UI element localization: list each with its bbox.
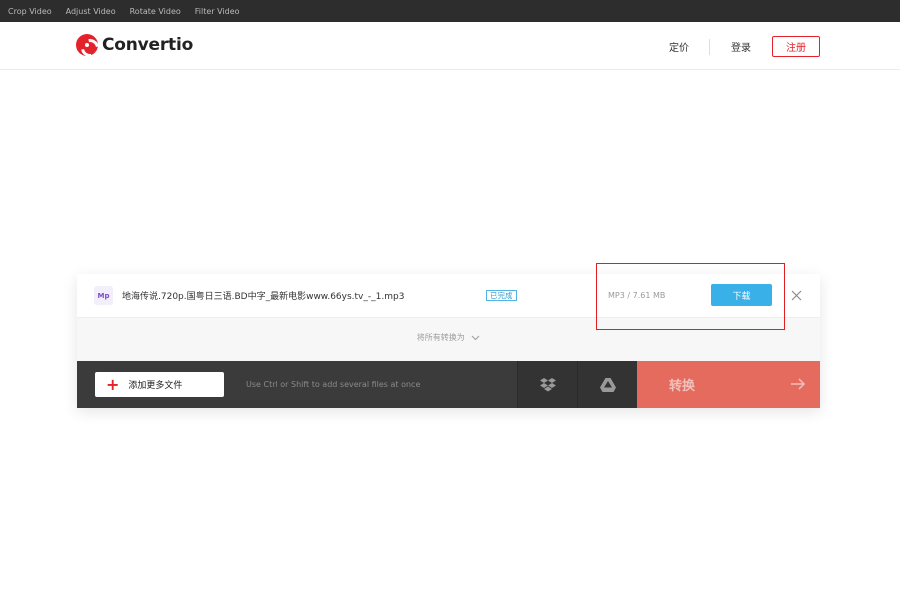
- convertio-logo-icon: [76, 34, 98, 56]
- logo-text: Convertio: [102, 35, 194, 55]
- nav-divider: [709, 38, 710, 55]
- dropbox-icon: [539, 378, 556, 392]
- highlight-box: [596, 263, 785, 330]
- site-header: Convertio 定价 登录 注册: [0, 22, 900, 70]
- add-files-label: 添加更多文件: [128, 381, 183, 391]
- rotate-video-link[interactable]: Rotate Video: [130, 7, 181, 16]
- dropbox-button[interactable]: [517, 361, 577, 408]
- file-type-badge: Mp: [94, 286, 113, 305]
- plus-icon: +: [106, 374, 120, 394]
- convert-all-selector[interactable]: 将所有转换为: [77, 332, 820, 343]
- close-icon[interactable]: [788, 287, 804, 303]
- convert-all-label: 将所有转换为: [416, 333, 465, 342]
- status-badge: 已完成: [486, 290, 517, 301]
- convert-label: 转换: [669, 379, 696, 394]
- convert-button[interactable]: 转换: [637, 361, 820, 408]
- crop-video-link[interactable]: Crop Video: [8, 7, 52, 16]
- filter-video-link[interactable]: Filter Video: [195, 7, 240, 16]
- google-drive-icon: [599, 377, 616, 392]
- upload-area: + 添加更多文件 Use Ctrl or Shift to add severa…: [77, 361, 517, 408]
- chevron-down-icon: [471, 335, 480, 340]
- google-drive-button[interactable]: [577, 361, 637, 408]
- tool-bar: Crop Video Adjust Video Rotate Video Fil…: [0, 0, 900, 22]
- file-name: 地海传说.720p.国粤日三语.BD中字_最新电影www.66ys.tv_-_1…: [122, 292, 405, 302]
- arrow-right-icon: [791, 378, 806, 390]
- adjust-video-link[interactable]: Adjust Video: [66, 7, 116, 16]
- pricing-link[interactable]: 定价: [669, 39, 689, 54]
- logo[interactable]: Convertio: [76, 34, 193, 56]
- header-nav: 定价 登录 注册: [669, 36, 820, 57]
- add-files-button[interactable]: + 添加更多文件: [95, 372, 224, 397]
- register-button[interactable]: 注册: [772, 36, 820, 57]
- login-link[interactable]: 登录: [731, 39, 751, 54]
- upload-hint: Use Ctrl or Shift to add several files a…: [246, 380, 421, 389]
- action-bar: + 添加更多文件 Use Ctrl or Shift to add severa…: [77, 361, 820, 408]
